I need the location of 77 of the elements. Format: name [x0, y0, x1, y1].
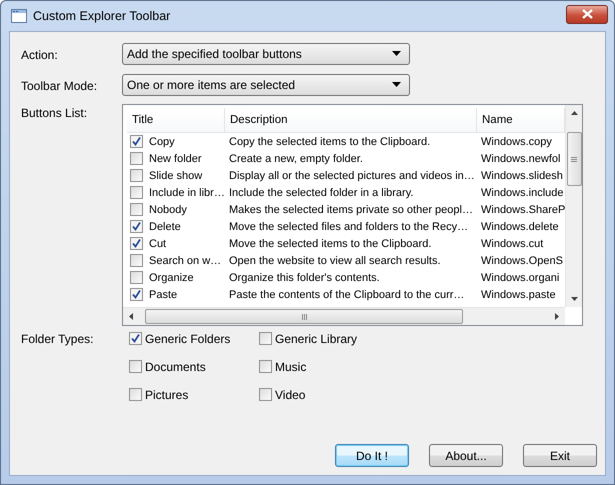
table-cell-text: Move the selected files and folders to the Recy… — [228, 220, 470, 232]
table-cell-text: Windows.organi — [480, 272, 560, 284]
checkbox[interactable] — [129, 332, 142, 345]
checkbox[interactable] — [259, 388, 272, 401]
buttons-list-label: Buttons List: — [21, 105, 88, 120]
checkbox[interactable] — [129, 360, 142, 373]
action-dropdown[interactable]: Add the specified toolbar buttons — [122, 42, 410, 64]
toolbar-mode-dropdown[interactable]: One or more items are selected — [122, 74, 410, 96]
close-button[interactable] — [566, 4, 608, 24]
table-cell: Organize — [149, 272, 194, 284]
checkbox-label[interactable]: Documents — [145, 360, 206, 374]
table-cell-text: Windows.newfol — [480, 152, 562, 164]
folder-types-label: Folder Types: — [21, 331, 94, 346]
scroll-thumb[interactable] — [145, 309, 463, 324]
checkbox[interactable] — [130, 135, 143, 148]
checkbox[interactable] — [130, 152, 143, 165]
table-cell: Slide show — [149, 170, 202, 182]
table-cell: Cut — [149, 238, 166, 250]
checkbox-label[interactable]: Music — [275, 360, 306, 374]
checkbox-label[interactable]: Pictures — [145, 388, 188, 402]
checkbox-label[interactable]: Generic Folders — [145, 332, 230, 346]
table-cell: Nobody — [149, 204, 187, 216]
scroll-left-icon — [129, 313, 133, 320]
column-header[interactable]: Title — [127, 108, 225, 132]
table-cell-text: Create a new, empty folder. — [228, 152, 364, 164]
table-cell: New folder — [149, 152, 202, 164]
table-cell-text: Windows.cut — [480, 238, 544, 250]
table-cell-text: Windows.copy — [480, 136, 553, 148]
table-cell: Delete — [149, 220, 181, 232]
checkbox[interactable] — [259, 332, 272, 345]
scroll-up-icon — [570, 111, 578, 115]
dialog-button[interactable]: Do It ! — [335, 444, 409, 467]
checkbox-label[interactable]: Video — [275, 388, 306, 402]
scroll-thumb[interactable] — [566, 132, 582, 186]
checkbox[interactable] — [259, 360, 272, 373]
checkbox[interactable] — [130, 271, 143, 284]
table-cell-text: Windows.slidesh — [480, 170, 564, 182]
table-cell-text: Copy the selected items to the Clipboard. — [228, 136, 432, 148]
checkbox[interactable] — [129, 388, 142, 401]
table-cell-text: Windows.ShareP — [480, 204, 565, 216]
dialog-button[interactable]: About... — [429, 444, 503, 467]
checkbox[interactable] — [130, 203, 143, 216]
table-cell-text: Windows.paste — [480, 288, 557, 300]
window-title: Custom Explorer Toolbar — [33, 9, 172, 23]
table-cell-text: Paste the contents of the Clipboard to the curr… — [228, 288, 466, 300]
table-cell-text: Move the selected items to the Clipboard. — [228, 238, 432, 250]
window-icon — [11, 9, 27, 23]
close-icon — [582, 9, 592, 19]
table-cell-text: Display all or the selected pictures and videos in… — [228, 170, 476, 182]
action-label: Action: — [21, 46, 59, 62]
checkbox[interactable] — [130, 254, 143, 267]
dialog-button[interactable]: Exit — [523, 444, 597, 467]
table-cell: Paste — [149, 288, 178, 300]
checkbox[interactable] — [130, 288, 143, 301]
checkbox[interactable] — [130, 237, 143, 250]
dropdown-arrow-icon — [392, 82, 401, 87]
table-cell-text: Windows.include — [480, 186, 565, 198]
checkbox-label[interactable]: Generic Library — [275, 332, 358, 346]
table-cell-text: Makes the selected items private so other peopl… — [228, 204, 474, 216]
checkbox[interactable] — [130, 220, 143, 233]
table-cell-text: Include the selected folder in a library. — [228, 186, 414, 198]
table-cell: Copy — [149, 136, 175, 148]
column-header[interactable]: Description — [225, 108, 477, 132]
checkbox[interactable] — [130, 186, 143, 199]
scroll-right-icon — [555, 313, 559, 320]
table-cell: Include in libr… — [149, 186, 225, 198]
scroll-down-icon — [570, 297, 578, 301]
table-cell-text: Organize this folder's contents. — [228, 272, 381, 284]
table-cell-text: Windows.delete — [480, 220, 560, 232]
table-cell-text: Windows.OpenS — [480, 254, 564, 266]
table-cell-text: Open the website to view all search results. — [228, 254, 442, 266]
dropdown-arrow-icon — [392, 51, 401, 56]
table-cell: Search on w… — [149, 254, 222, 266]
vertical-scrollbar[interactable] — [565, 105, 582, 307]
checkbox[interactable] — [130, 169, 143, 182]
toolbar-mode-label: Toolbar Mode: — [21, 78, 98, 92]
horizontal-scrollbar[interactable] — [123, 307, 565, 325]
